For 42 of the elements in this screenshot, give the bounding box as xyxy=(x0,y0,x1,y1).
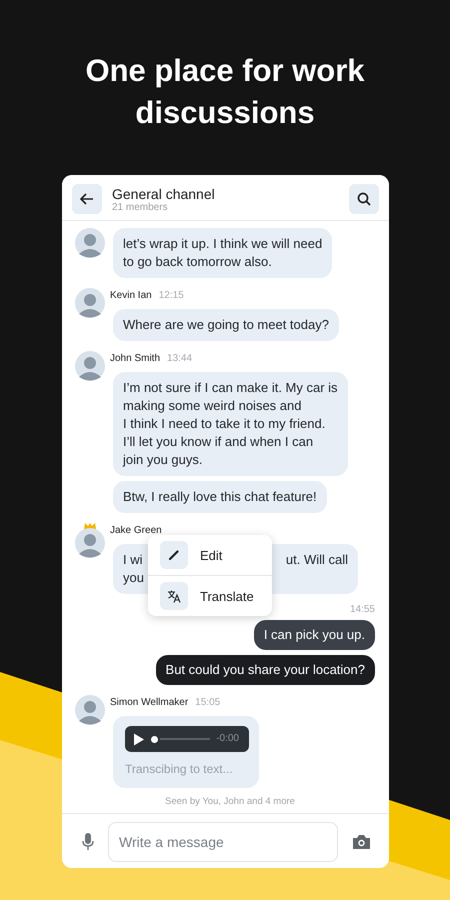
seen-by-text: Seen by You, John and 4 more xyxy=(164,796,296,807)
back-button[interactable] xyxy=(72,184,102,214)
message-bubble: But could you share your location? xyxy=(156,655,375,685)
message-bubble: Btw, I really love this chat feature! xyxy=(113,481,327,513)
avatar xyxy=(75,528,105,558)
author-name: Kevin Ian xyxy=(110,290,152,301)
message-text: I wi xyxy=(123,551,142,569)
avatar xyxy=(75,228,105,258)
camera-icon[interactable] xyxy=(352,834,371,850)
progress-thumb[interactable] xyxy=(151,736,158,742)
transcription-status: Transcibing to text... xyxy=(125,761,234,778)
headline: One place for work discussions xyxy=(84,52,366,126)
message-text: ut. Will call xyxy=(286,551,348,569)
search-button[interactable] xyxy=(349,184,379,214)
message-time: 14:55 xyxy=(350,604,375,615)
message-bubble: Where are we going to meet today? xyxy=(113,309,339,341)
message-bubble: I’m not sure if I can make it. My car is making some weird noises and I think I need to take it to my friend. I’ll let you know if and when I can join you guys. xyxy=(113,372,348,476)
pencil-icon xyxy=(168,549,180,561)
back-arrow-icon xyxy=(80,193,94,205)
author-name: Simon Wellmaker xyxy=(110,697,188,708)
author-name: Jake Green xyxy=(110,525,162,536)
channel-title: General channel xyxy=(112,186,216,202)
microphone-icon[interactable] xyxy=(82,833,94,851)
audio-duration: -0:00 xyxy=(216,732,239,746)
author-name: John Smith xyxy=(110,353,160,364)
avatar xyxy=(75,695,105,725)
play-icon[interactable] xyxy=(133,732,145,746)
menu-item[interactable]: Edit xyxy=(148,535,272,575)
message-bubble: I can pick you up. xyxy=(254,620,375,650)
audio-player[interactable]: -0:00 xyxy=(125,726,249,752)
message-time: 12:15 xyxy=(158,290,184,301)
avatar xyxy=(75,351,105,381)
menu-item[interactable]: Translate xyxy=(148,575,272,616)
message-text: you xyxy=(123,569,144,587)
message-bubble: let’s wrap it up. I think we will need to go back tomorrow also. xyxy=(113,228,332,278)
member-count: 21 members xyxy=(112,202,169,212)
translate-icon xyxy=(167,590,181,602)
message-time: 15:05 xyxy=(195,697,220,708)
search-icon xyxy=(357,192,371,206)
message-input[interactable]: Write a message xyxy=(108,822,338,862)
avatar xyxy=(75,288,105,318)
message-time: 13:44 xyxy=(167,353,192,364)
